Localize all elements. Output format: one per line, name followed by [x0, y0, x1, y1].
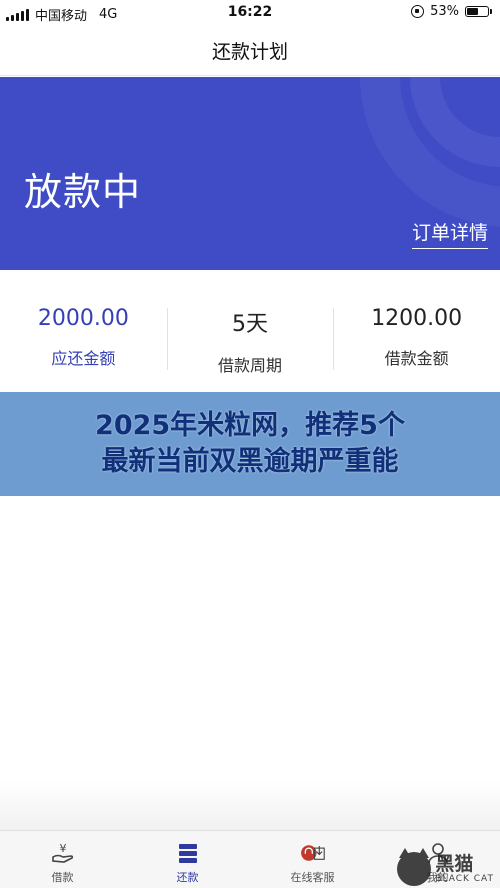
black-cat-watermark: 黑猫 BLACK CAT — [397, 848, 494, 886]
status-bar: 中国移动 4G 16:22 53% — [0, 0, 500, 26]
stat-amount-due: 2000.00 应还金额 — [0, 270, 167, 392]
headline-line-1: 2025年米粒网，推荐5个 — [95, 410, 405, 441]
headline-overlay: 2025年米粒网，推荐5个 最新当前双黑逾期严重能 — [0, 392, 500, 496]
tab-label: 还款 — [176, 871, 199, 884]
watermark-cn: 黑猫 — [435, 853, 474, 875]
content-fade — [0, 780, 500, 830]
stat-label: 借款金额 — [384, 349, 449, 368]
stat-value: 2000.00 — [37, 306, 129, 331]
status-right: 53% — [411, 4, 492, 19]
loan-status-text: 放款中 — [24, 170, 142, 214]
loan-status-banner: 放款中 订单详情 — [0, 77, 500, 270]
stat-label: 应还金额 — [51, 349, 116, 368]
tab-borrow[interactable]: ¥ 借款 — [0, 831, 125, 888]
battery-fill — [467, 8, 478, 15]
tab-label: 在线客服 — [290, 871, 335, 884]
stat-loan-amount: 1200.00 借款金额 — [333, 270, 500, 392]
svg-text:¥: ¥ — [59, 842, 66, 855]
page-title: 还款计划 — [211, 41, 288, 63]
yen-hand-icon: ¥ — [49, 841, 77, 865]
watermark-en: BLACK CAT — [435, 874, 494, 884]
cat-logo-icon — [397, 848, 432, 886]
stack-icon — [174, 841, 202, 865]
headline-line-2: 最新当前双黑逾期严重能 — [101, 446, 399, 477]
tab-support[interactable]: 在线客服 — [250, 831, 375, 888]
stat-label: 借款周期 — [218, 356, 283, 375]
battery-percent: 53% — [430, 4, 459, 19]
tab-label: 借款 — [51, 871, 74, 884]
nav-bar: 还款计划 — [0, 26, 500, 76]
stat-value: 5天 — [232, 312, 268, 337]
repayment-plan-screen: 中国移动 4G 16:22 53% 还款计划 放款中 订单详情 2000.00 … — [0, 0, 500, 888]
headset-icon — [299, 841, 327, 865]
stat-value: 1200.00 — [371, 306, 463, 331]
watermark-text: 黑猫 BLACK CAT — [435, 854, 494, 884]
battery-icon — [465, 6, 492, 17]
order-detail-link[interactable]: 订单详情 — [411, 218, 488, 249]
rotation-lock-icon — [411, 5, 425, 18]
stat-loan-period: 5天 借款周期 — [166, 270, 334, 392]
tab-repay[interactable]: 还款 — [125, 831, 250, 888]
loan-summary: 2000.00 应还金额 5天 借款周期 1200.00 借款金额 — [0, 270, 500, 392]
